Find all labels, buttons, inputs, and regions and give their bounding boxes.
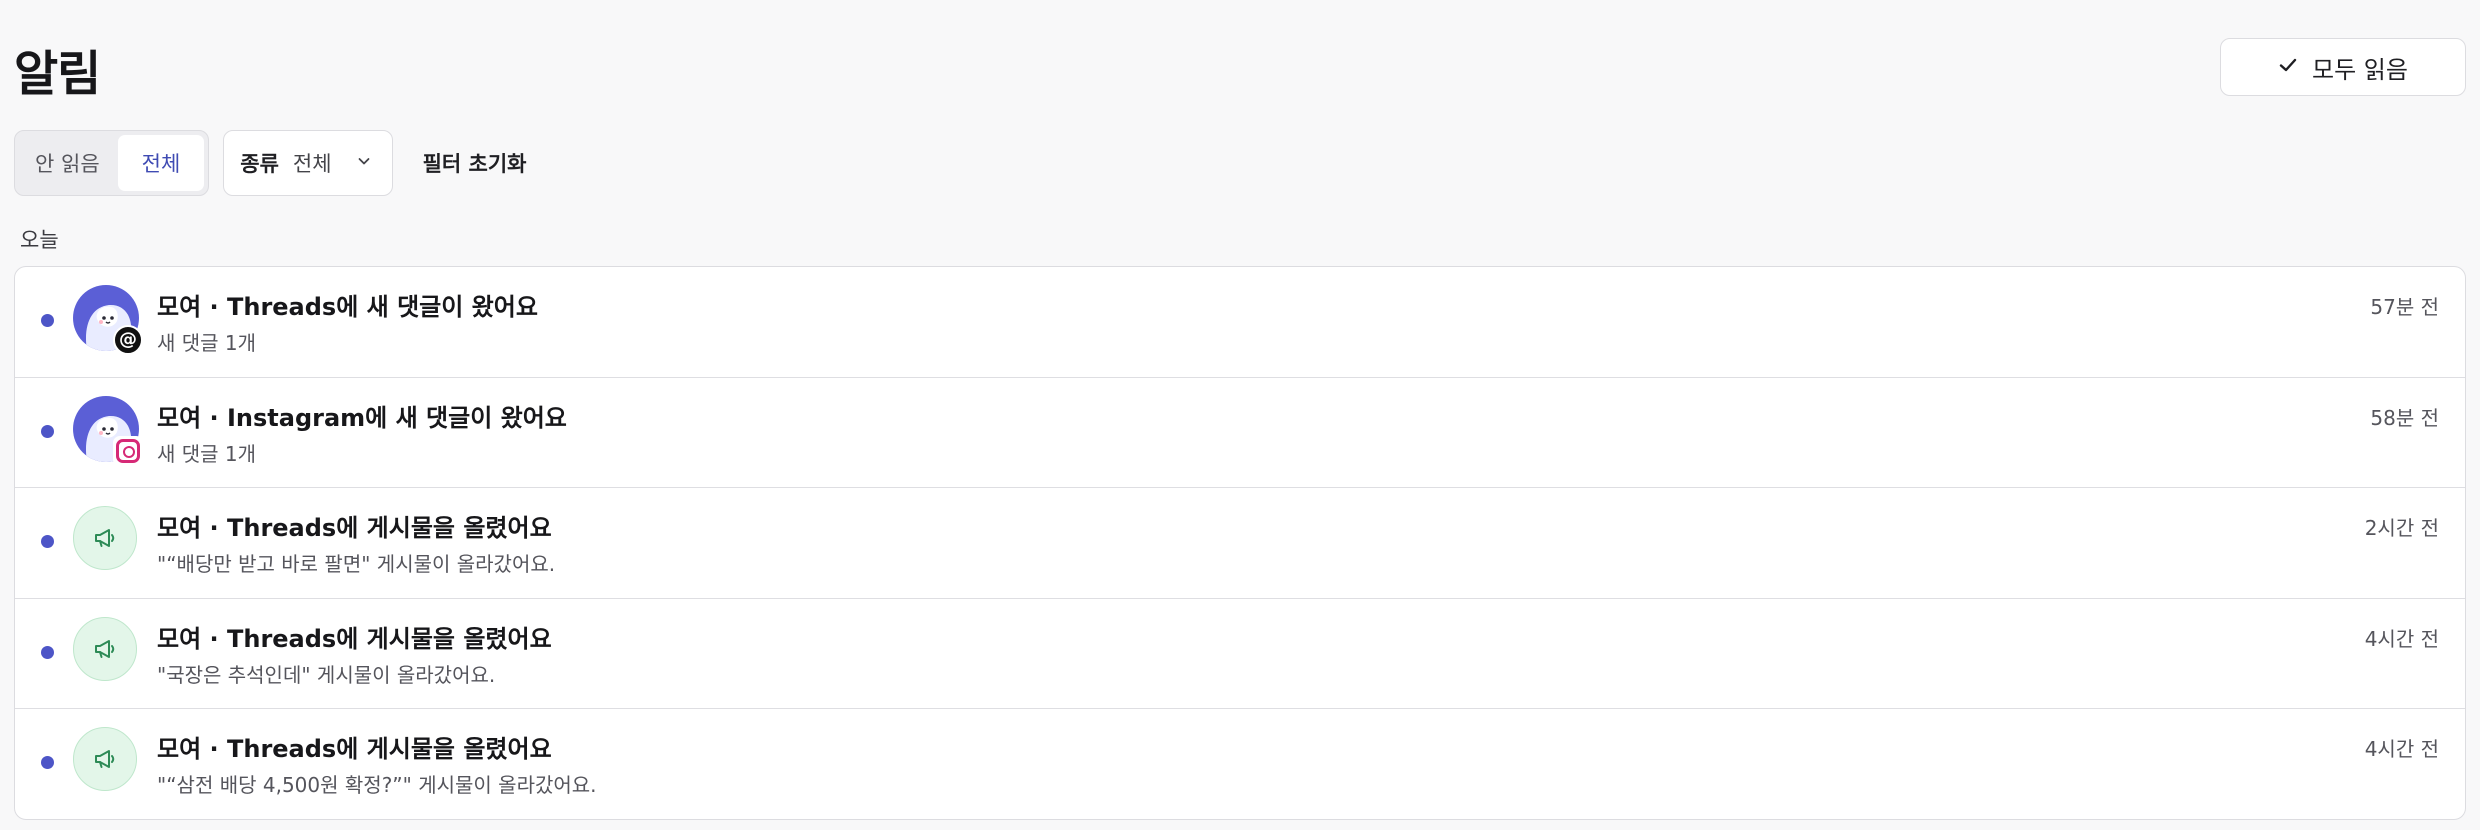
notification-title: 모여 · Threads에 새 댓글이 왔어요 — [157, 293, 538, 321]
type-filter-dropdown[interactable]: 종류 전체 — [223, 130, 393, 196]
notification-list: @ 모여 · Threads에 새 댓글이 왔어요 새 댓글 1개 57분 전 … — [14, 266, 2466, 820]
notification-title: 모여 · Threads에 게시물을 올렸어요 — [157, 735, 552, 764]
notification-time: 4시간 전 — [2364, 737, 2439, 762]
unread-dot — [41, 424, 54, 438]
notification-time: 58분 전 — [2370, 405, 2439, 430]
segment-all[interactable]: 전체 — [117, 135, 205, 191]
notification-subtitle: "국장은 추석인데" 게시물이 올라갔어요. — [157, 662, 496, 687]
notification-subtitle: 새 댓글 1개 — [157, 331, 257, 355]
notification-subtitle: 새 댓글 1개 — [157, 441, 257, 466]
notification-row[interactable]: 모여 · Threads에 게시물을 올렸어요 "“삼전 배당 4,500원 확… — [15, 709, 2465, 819]
notification-row[interactable]: 모여 · Threads에 게시물을 올렸어요 "“배당만 받고 바로 팔면" … — [15, 488, 2465, 599]
notification-time: 2시간 전 — [2364, 516, 2439, 541]
unread-dot — [41, 645, 54, 659]
notification-subtitle: "“삼전 배당 4,500원 확정?”" 게시물이 올라갔어요. — [157, 773, 597, 798]
megaphone-icon — [73, 616, 137, 681]
megaphone-icon — [73, 727, 137, 792]
mark-all-read-button[interactable]: 모두 읽음 — [2220, 38, 2466, 96]
section-label-today: 오늘 — [20, 228, 59, 252]
notification-row[interactable]: @ 모여 · Threads에 새 댓글이 왔어요 새 댓글 1개 57분 전 — [15, 267, 2465, 378]
notification-title: 모여 · Instagram에 새 댓글이 왔어요 — [157, 403, 567, 432]
avatar — [73, 395, 143, 466]
unread-dot — [41, 535, 54, 549]
notification-time: 57분 전 — [2370, 295, 2439, 319]
type-filter-label: 종류 — [240, 152, 279, 176]
filter-bar: 안 읽음 전체 종류 전체 필터 초기화 — [14, 130, 542, 196]
mark-all-read-label: 모두 읽음 — [2312, 55, 2408, 84]
chevron-down-icon — [346, 153, 372, 173]
notification-title: 모여 · Threads에 게시물을 올렸어요 — [157, 624, 552, 653]
unread-dot — [41, 314, 54, 327]
read-state-segmented-control: 안 읽음 전체 — [14, 130, 210, 196]
type-filter-value: 전체 — [292, 152, 332, 176]
notification-subtitle: "“배당만 받고 바로 팔면" 게시물이 올라갔어요. — [157, 552, 556, 577]
notification-title: 모여 · Threads에 게시물을 올렸어요 — [157, 514, 552, 543]
page-title: 알림 — [14, 46, 101, 102]
avatar: @ — [73, 285, 143, 355]
reset-filters-button[interactable]: 필터 초기화 — [407, 148, 543, 178]
megaphone-icon — [73, 506, 137, 571]
unread-dot — [41, 756, 54, 770]
check-icon — [2278, 53, 2298, 81]
segment-unread[interactable]: 안 읽음 — [19, 135, 116, 191]
notification-time: 4시간 전 — [2364, 626, 2439, 651]
threads-icon: @ — [113, 325, 143, 355]
instagram-icon — [113, 435, 143, 466]
notification-row[interactable]: 모여 · Instagram에 새 댓글이 왔어요 새 댓글 1개 58분 전 — [15, 378, 2465, 489]
notification-row[interactable]: 모여 · Threads에 게시물을 올렸어요 "국장은 추석인데" 게시물이 … — [15, 599, 2465, 710]
